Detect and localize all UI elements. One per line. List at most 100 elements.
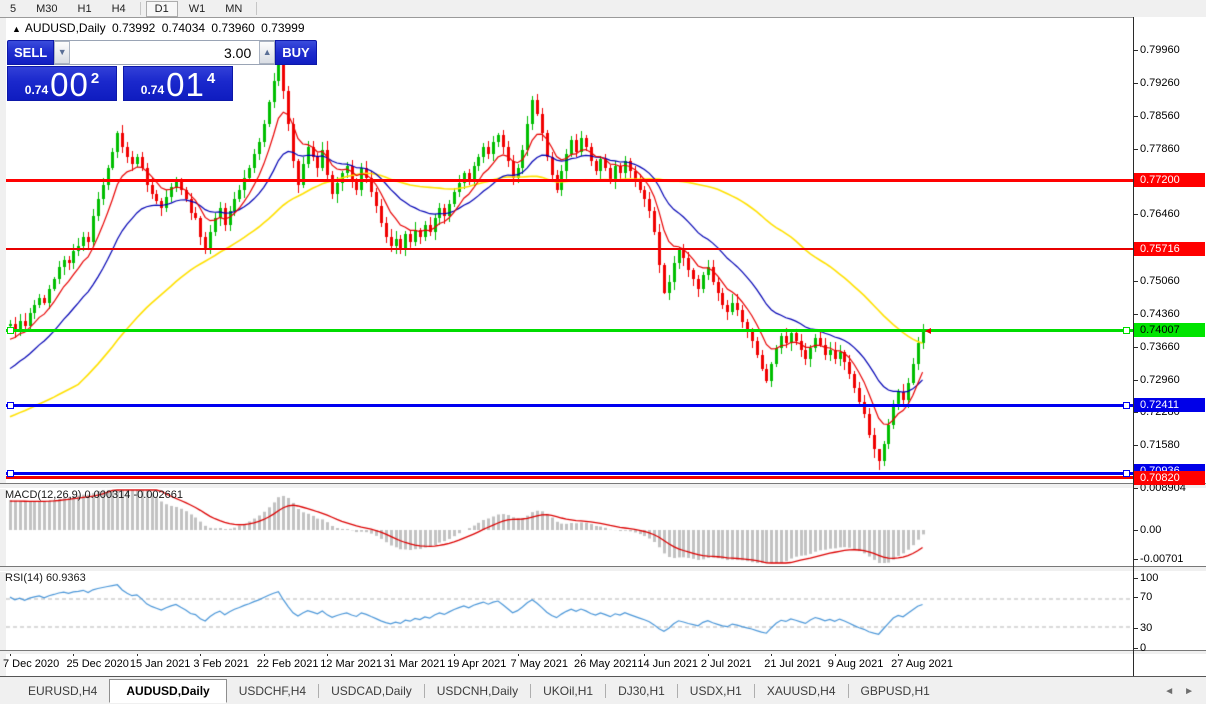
axis-tick (1133, 412, 1138, 413)
rsi-name: RSI(14) (5, 572, 43, 584)
price-axis-label: 0.76460 (1140, 208, 1180, 221)
sell-button[interactable]: SELL (7, 40, 54, 65)
price-tag-0.75716: 0.75716 (1134, 242, 1205, 256)
horizontal-line-0.70820[interactable] (6, 476, 1133, 479)
chart-tab-bar: EURUSD,H4AUDUSD,DailyUSDCHF,H4USDCAD,Dai… (0, 678, 1206, 704)
date-label: 25 Dec 2020 (66, 658, 128, 670)
ohlc-low: 0.73960 (211, 21, 254, 35)
date-label: 3 Feb 2021 (193, 658, 249, 670)
rsi-canvas[interactable] (6, 570, 1133, 650)
toolbar-separator (256, 2, 257, 15)
price-axis-label: 0.71580 (1140, 439, 1180, 452)
pane-splitter (0, 650, 1206, 654)
chart-tab-usdcnh[interactable]: USDCNH,Daily (425, 679, 530, 703)
price-axis-label: 0.73660 (1140, 341, 1180, 354)
axis-tick (1133, 597, 1138, 598)
volume-decrease-button[interactable]: ▼ (54, 41, 70, 64)
chart-tab-eurusd[interactable]: EURUSD,H4 (16, 679, 109, 703)
horizontal-line-0.72411[interactable] (6, 404, 1133, 407)
symbol-arrow-icon: ▲ (12, 24, 21, 34)
chart-tab-usdchf[interactable]: USDCHF,H4 (227, 679, 318, 703)
axis-tick (1133, 116, 1138, 117)
horizontal-line-0.75716[interactable] (6, 248, 1133, 250)
date-label: 14 Jun 2021 (637, 658, 698, 670)
date-label: 2 Jul 2021 (701, 658, 752, 670)
volume-increase-button[interactable]: ▲ (259, 41, 275, 64)
buy-price-prefix: 0.74 (141, 83, 164, 100)
axis-tick (1133, 83, 1138, 84)
line-handle[interactable] (7, 470, 14, 477)
timeframe-button-mn[interactable]: MN (216, 1, 251, 17)
buy-price-pip: 4 (207, 70, 215, 87)
chart-tab-dj30[interactable]: DJ30,H1 (606, 679, 677, 703)
axis-tick (1133, 445, 1138, 446)
date-label: 7 May 2021 (511, 658, 568, 670)
axis-tick (1133, 559, 1138, 560)
date-label: 12 Mar 2021 (320, 658, 382, 670)
ohlc-high: 0.74034 (162, 21, 205, 35)
chart-tab-ukoil[interactable]: UKOil,H1 (531, 679, 605, 703)
macd-name: MACD(12,26,9) (5, 489, 81, 501)
timeframe-button-5[interactable]: 5 (1, 1, 25, 17)
axis-tick (1133, 488, 1138, 489)
tab-scroll-arrows: ◄ ► (1164, 686, 1194, 697)
axis-tick (1133, 50, 1138, 51)
axis-tick (1133, 281, 1138, 282)
price-axis-label: 0.77860 (1140, 143, 1180, 156)
sell-price-pip: 2 (91, 70, 99, 87)
down-arrow-icon: ▼ (58, 47, 67, 57)
line-handle[interactable] (7, 402, 14, 409)
timeframe-toolbar: 5M30H1H4 D1W1MN (0, 0, 1206, 18)
timeframe-button-m30[interactable]: M30 (27, 1, 66, 17)
chart-tab-audusd[interactable]: AUDUSD,Daily (109, 679, 226, 703)
price-tag-0.72411: 0.72411 (1134, 398, 1205, 412)
price-axis-label: 0.72960 (1140, 374, 1180, 387)
horizontal-line-0.70936[interactable] (6, 472, 1133, 475)
chart-tab-usdcad[interactable]: USDCAD,Daily (319, 679, 424, 703)
axis-tick (1133, 149, 1138, 150)
rsi-axis-label: 70 (1140, 591, 1152, 604)
rsi-axis-label: 0 (1140, 642, 1146, 655)
horizontal-line-0.77200[interactable] (6, 179, 1133, 182)
buy-price-display[interactable]: 0.74014 (123, 66, 233, 101)
price-tag-0.74007: 0.74007 (1134, 323, 1205, 337)
line-handle[interactable] (1123, 470, 1130, 477)
timeframe-button-d1[interactable]: D1 (146, 1, 178, 17)
line-handle[interactable] (1123, 402, 1130, 409)
volume-input[interactable] (70, 41, 259, 64)
macd-main-value: 0.000314 (84, 489, 130, 501)
line-handle[interactable] (7, 327, 14, 334)
price-axis-label: 0.79960 (1140, 44, 1180, 57)
mt4-terminal: 5M30H1H4 D1W1MN ▲AUDUSD,Daily 0.73992 0.7… (0, 0, 1206, 704)
rsi-axis-label: 30 (1140, 622, 1152, 635)
date-label: 9 Aug 2021 (828, 658, 884, 670)
chart-title: ▲AUDUSD,Daily 0.73992 0.74034 0.73960 0.… (12, 21, 308, 35)
chart-tab-xauusd[interactable]: XAUUSD,H4 (755, 679, 848, 703)
axis-tick (1133, 347, 1138, 348)
chart-tab-gbpusd[interactable]: GBPUSD,H1 (849, 679, 942, 703)
volume-control: ▼ ▲ (54, 40, 275, 65)
buy-price-digits: 01 (166, 70, 205, 100)
tab-scroll-right-icon[interactable]: ► (1184, 686, 1194, 697)
date-label: 26 May 2021 (574, 658, 638, 670)
date-label: 15 Jan 2021 (130, 658, 191, 670)
current-price-arrow-icon (925, 328, 931, 334)
axis-tick (1133, 648, 1138, 649)
horizontal-line-0.74007[interactable] (6, 329, 1133, 332)
macd-signal-value: -0.002661 (133, 489, 183, 501)
price-axis-label: 0.79260 (1140, 77, 1180, 90)
timeframe-button-w1[interactable]: W1 (180, 1, 215, 17)
line-handle[interactable] (1123, 327, 1130, 334)
price-tag-0.70820: 0.70820 (1134, 471, 1205, 485)
pane-splitter[interactable] (0, 566, 1206, 572)
sell-price-display[interactable]: 0.74002 (7, 66, 117, 101)
pane-splitter[interactable] (0, 483, 1206, 489)
sell-price-prefix: 0.74 (25, 83, 48, 100)
timeframe-button-h4[interactable]: H4 (103, 1, 135, 17)
axis-tick (1133, 214, 1138, 215)
chart-tab-usdx[interactable]: USDX,H1 (678, 679, 754, 703)
timeframe-button-h1[interactable]: H1 (69, 1, 101, 17)
rsi-indicator-pane (6, 570, 1133, 650)
buy-button[interactable]: BUY (275, 40, 316, 65)
tab-scroll-left-icon[interactable]: ◄ (1164, 686, 1174, 697)
